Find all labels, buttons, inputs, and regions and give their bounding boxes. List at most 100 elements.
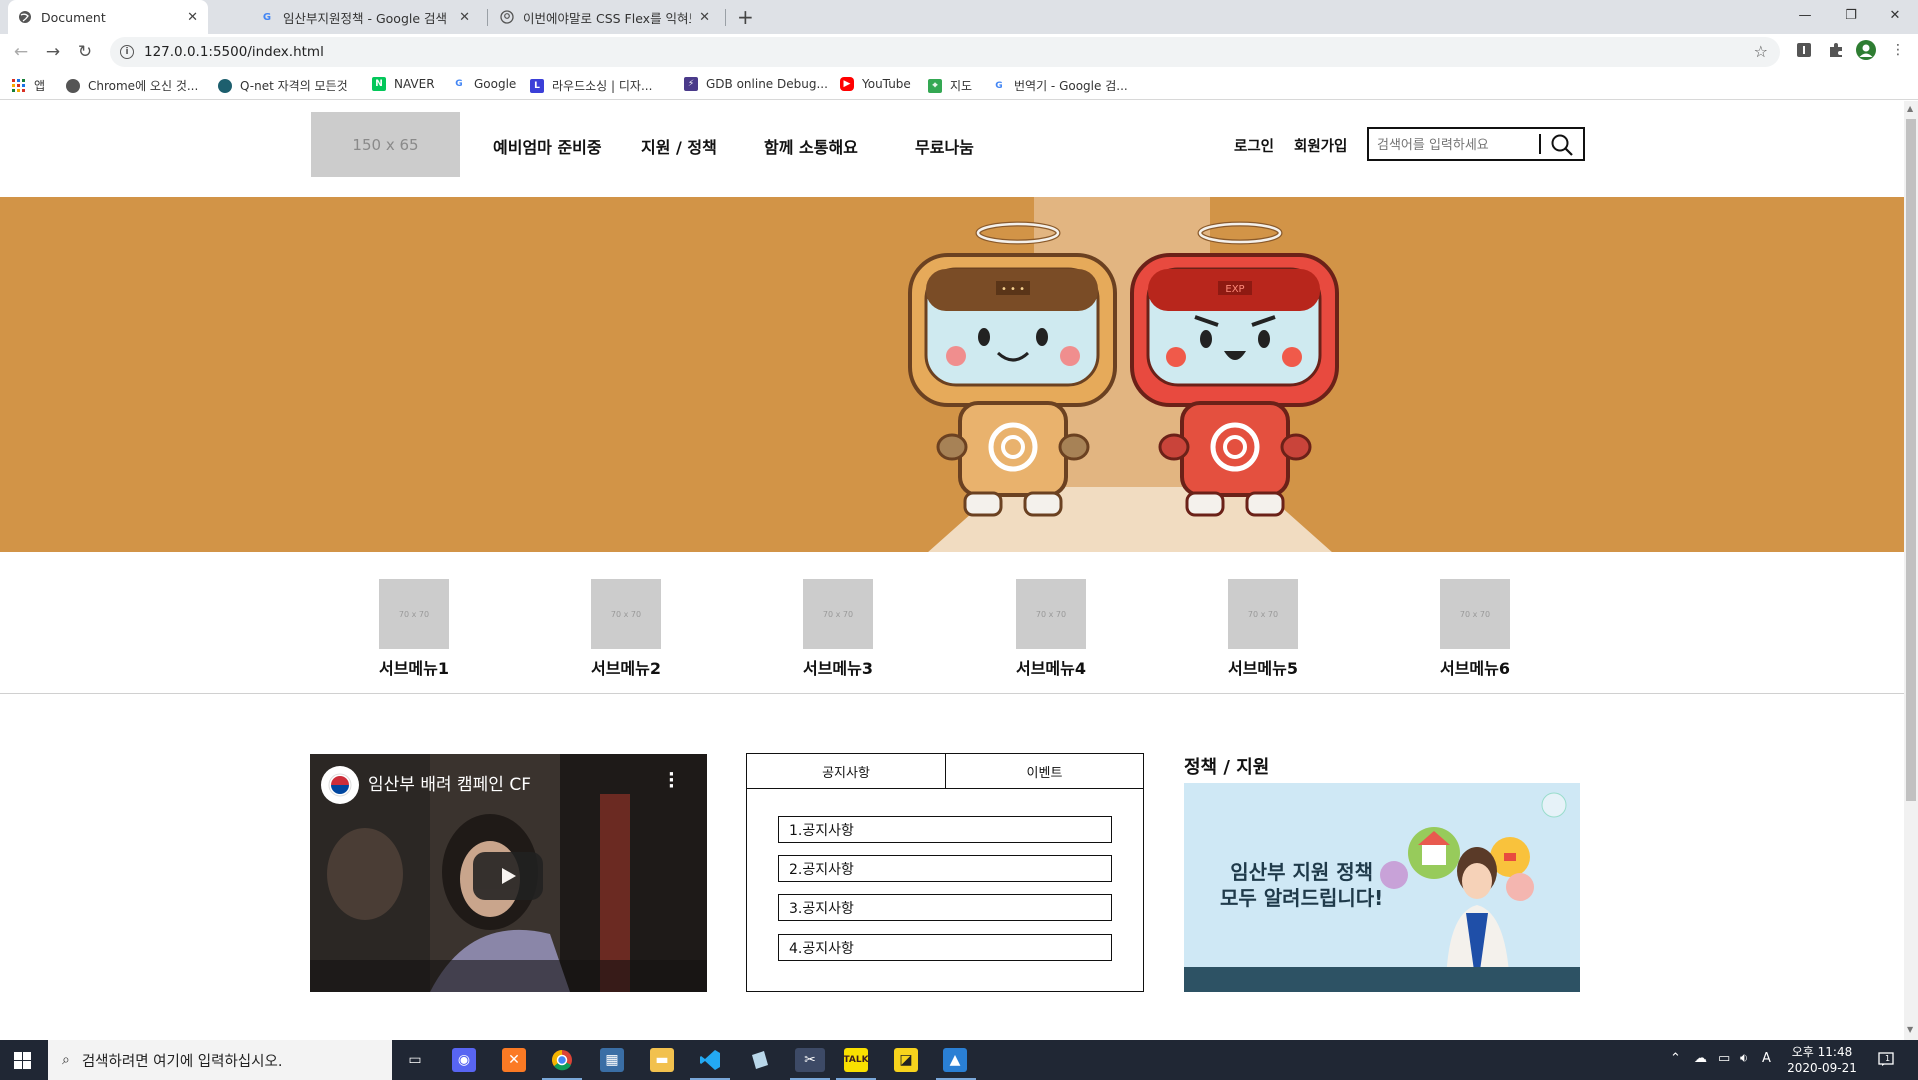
- google-icon: G: [455, 79, 463, 89]
- page-scrollbar[interactable]: ▲ ▼: [1904, 101, 1918, 1040]
- volume-icon[interactable]: 🔉︎: [1740, 1051, 1748, 1066]
- section-divider: [0, 693, 1904, 694]
- calculator-icon[interactable]: ▦: [600, 1048, 624, 1072]
- address-bar[interactable]: i 127.0.0.1:5500/index.html ☆: [110, 37, 1780, 67]
- onedrive-icon[interactable]: ☁: [1694, 1051, 1707, 1066]
- nav-item-pregnancy[interactable]: 예비엄마 준비중: [493, 134, 602, 158]
- bookmark-gdb[interactable]: ⚡ GDB online Debug...: [684, 77, 828, 91]
- nav-item-community[interactable]: 함께 소통해요: [764, 134, 858, 158]
- submenu-3[interactable]: 70 x 70 서브메뉴3: [793, 579, 883, 679]
- youtube-video-embed[interactable]: 임산부 배려 캠페인 CF · · ·: [310, 754, 707, 992]
- snipping-tool-icon[interactable]: ✂: [795, 1048, 825, 1072]
- info-icon[interactable]: i: [120, 45, 134, 59]
- kakaotalk-icon[interactable]: TALK: [843, 1048, 869, 1072]
- more-vert-icon[interactable]: · · ·: [668, 766, 675, 796]
- scroll-up-icon[interactable]: ▲: [1907, 104, 1913, 113]
- bookmark-qnet[interactable]: Q-net 자격의 모든것: [218, 77, 348, 94]
- nav-item-support-policy[interactable]: 지원 / 정책: [641, 134, 717, 158]
- submenu-2[interactable]: 70 x 70 서브메뉴2: [581, 579, 671, 679]
- bookmark-chrome[interactable]: Chrome에 오신 것...: [66, 77, 198, 94]
- tab-document[interactable]: Document ✕: [8, 0, 208, 34]
- tray-chevron-icon[interactable]: ⌃: [1670, 1051, 1681, 1066]
- notice-item[interactable]: 4.공지사항: [778, 934, 1112, 961]
- video-title[interactable]: 임산부 배려 캠페인 CF: [368, 770, 531, 795]
- bookmarks-bar: 앱 Chrome에 오신 것... Q-net 자격의 모든것 N NAVER …: [0, 70, 1918, 100]
- bookmark-label: 라우드소싱 | 디자...: [552, 79, 653, 93]
- scrollbar-thumb[interactable]: [1906, 119, 1916, 801]
- puzzle-icon[interactable]: [1826, 40, 1846, 60]
- bookmark-apps[interactable]: 앱: [12, 77, 45, 94]
- taskbar-clock[interactable]: 오후 11:48 2020-09-21: [1782, 1044, 1862, 1076]
- bookmark-google[interactable]: G Google: [452, 77, 516, 91]
- browser-tab-strip: Document ✕ G 임산부지원정책 - Google 검색 ✕ 이번에야말…: [0, 0, 1918, 34]
- notice-item[interactable]: 3.공지사항: [778, 894, 1112, 921]
- tab-separator: [725, 9, 726, 26]
- submenu-label: 서브메뉴6: [1439, 659, 1510, 678]
- play-icon: [502, 868, 516, 884]
- close-tab-icon[interactable]: ✕: [459, 10, 470, 25]
- tab-notice[interactable]: 공지사항: [747, 754, 945, 789]
- back-arrow-icon[interactable]: ←: [10, 41, 32, 63]
- photos-icon[interactable]: ▲: [943, 1048, 967, 1072]
- bookmark-label: Google: [474, 77, 517, 91]
- discord-icon[interactable]: ◉: [452, 1048, 476, 1072]
- login-link[interactable]: 로그인: [1234, 135, 1274, 156]
- network-icon[interactable]: ▭: [1718, 1051, 1730, 1066]
- windows-start-icon[interactable]: [14, 1052, 31, 1069]
- taskbar-search-box[interactable]: ⌕ 검색하려면 여기에 입력하십시오.: [48, 1040, 392, 1080]
- minimize-icon[interactable]: —: [1782, 0, 1828, 30]
- chrome-icon[interactable]: [550, 1048, 574, 1072]
- reload-icon[interactable]: ↻: [74, 41, 96, 63]
- policy-banner[interactable]: 임산부 지원 정책 모두 알려드립니다!: [1184, 783, 1580, 992]
- tab-css-flex[interactable]: 이번에야말로 CSS Flex를 익혀보자 ✕: [490, 0, 720, 34]
- menu-kebab-icon[interactable]: ⋮: [1888, 40, 1908, 60]
- forward-arrow-icon[interactable]: →: [42, 41, 64, 63]
- bookmark-maps[interactable]: ⌖ 지도: [928, 77, 972, 94]
- search-input[interactable]: [1377, 135, 1537, 155]
- close-tab-icon[interactable]: ✕: [187, 10, 198, 25]
- bookmark-youtube[interactable]: ▶ YouTube: [840, 77, 911, 91]
- site-logo-placeholder[interactable]: 150 x 65: [311, 112, 460, 177]
- channel-avatar[interactable]: [321, 766, 359, 804]
- vscode-icon[interactable]: [698, 1048, 722, 1072]
- signup-link[interactable]: 회원가입: [1294, 135, 1347, 156]
- new-tab-button[interactable]: +: [737, 5, 754, 29]
- submenu-5[interactable]: 70 x 70 서브메뉴5: [1218, 579, 1308, 679]
- svg-text:• • •: • • •: [1001, 284, 1025, 295]
- submenu-6[interactable]: 70 x 70 서브메뉴6: [1430, 579, 1520, 679]
- notice-item[interactable]: 2.공지사항: [778, 855, 1112, 882]
- ime-indicator[interactable]: A: [1762, 1051, 1771, 1066]
- bookmark-naver[interactable]: N NAVER: [372, 77, 435, 91]
- nav-item-free-sharing[interactable]: 무료나눔: [915, 134, 974, 158]
- close-tab-icon[interactable]: ✕: [699, 10, 710, 25]
- notepad-icon[interactable]: [748, 1048, 772, 1072]
- extension-icon[interactable]: [1794, 40, 1814, 60]
- notification-count: 1: [1885, 1054, 1891, 1063]
- submenu-4[interactable]: 70 x 70 서브메뉴4: [1006, 579, 1096, 679]
- play-button[interactable]: [473, 852, 543, 900]
- search-icon: ⌕: [62, 1052, 70, 1068]
- scroll-down-icon[interactable]: ▼: [1907, 1025, 1913, 1034]
- bookmark-label: 지도: [950, 79, 973, 93]
- submenu-thumb: 70 x 70: [1016, 579, 1086, 649]
- bookmark-translate[interactable]: G 번역기 - Google 검...: [992, 77, 1127, 94]
- bookmark-label: YouTube: [862, 77, 911, 91]
- task-view-icon[interactable]: ▭: [403, 1048, 427, 1072]
- notification-center-icon[interactable]: 1: [1878, 1051, 1894, 1071]
- bookmark-loud[interactable]: L 라우드소싱 | 디자...: [530, 77, 652, 94]
- bookmark-star-icon[interactable]: ☆: [1754, 42, 1768, 61]
- submenu-1[interactable]: 70 x 70 서브메뉴1: [369, 579, 459, 679]
- notice-item[interactable]: 1.공지사항: [778, 816, 1112, 843]
- profile-avatar[interactable]: [1856, 40, 1876, 60]
- submenu-thumb: 70 x 70: [591, 579, 661, 649]
- xampp-icon[interactable]: ✕: [502, 1048, 526, 1072]
- restore-icon[interactable]: ❐: [1828, 0, 1874, 30]
- tab-google-search[interactable]: G 임산부지원정책 - Google 검색 ✕: [250, 0, 480, 34]
- tab-event[interactable]: 이벤트: [945, 754, 1143, 789]
- search-icon[interactable]: [1549, 132, 1575, 158]
- sticky-notes-icon[interactable]: ◪: [894, 1048, 918, 1072]
- qnet-icon: [218, 78, 232, 93]
- file-explorer-icon[interactable]: ▬: [650, 1048, 674, 1072]
- close-window-icon[interactable]: ✕: [1872, 0, 1918, 30]
- policy-section-title: 정책 / 지원: [1184, 757, 1270, 778]
